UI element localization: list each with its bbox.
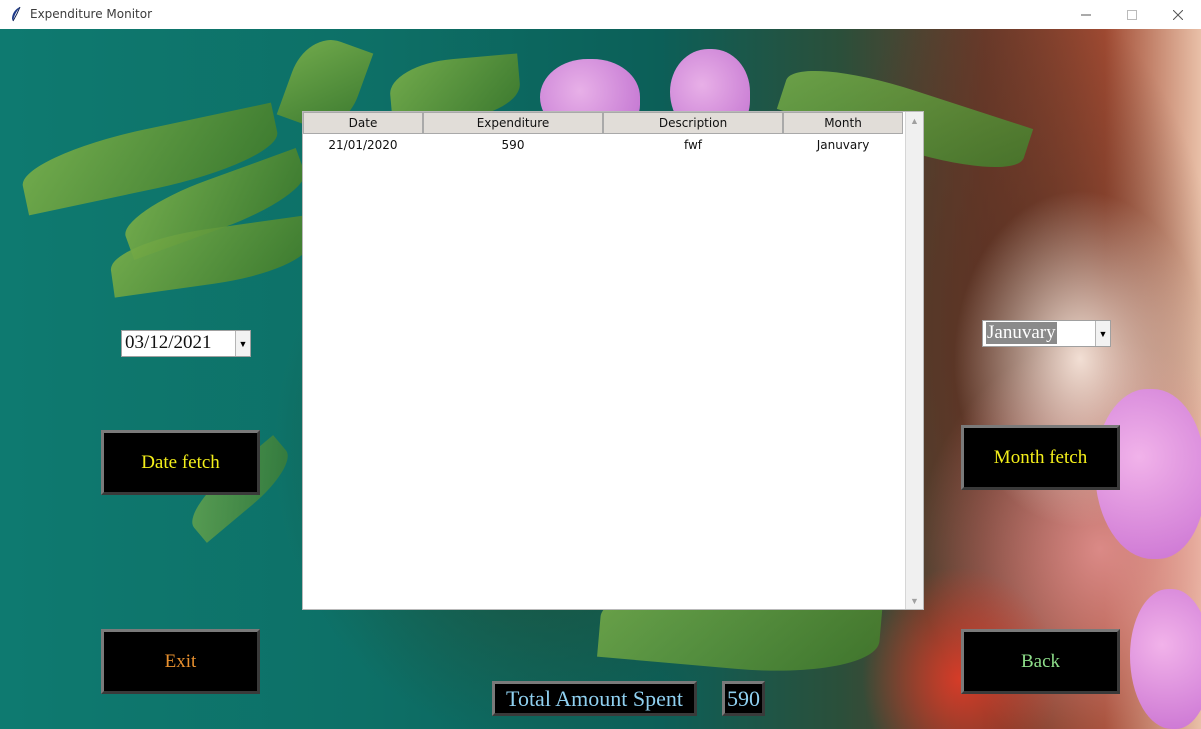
window-title: Expenditure Monitor xyxy=(30,7,153,21)
minimize-button[interactable] xyxy=(1063,0,1109,29)
column-header-date[interactable]: Date xyxy=(303,112,423,134)
table-header: Date Expenditure Description Month xyxy=(303,112,903,135)
back-button[interactable]: Back xyxy=(961,629,1120,694)
exit-button[interactable]: Exit xyxy=(101,629,260,694)
date-picker-value: 03/12/2021 xyxy=(125,332,212,353)
date-fetch-button[interactable]: Date fetch xyxy=(101,430,260,495)
chevron-down-icon[interactable]: ▼ xyxy=(1095,321,1110,346)
column-header-month[interactable]: Month xyxy=(783,112,903,134)
chevron-down-icon[interactable]: ▼ xyxy=(235,331,250,356)
close-button[interactable] xyxy=(1155,0,1201,29)
cell-description: fwf xyxy=(683,138,703,152)
expenditure-table[interactable]: Date Expenditure Description Month 21/01… xyxy=(302,111,924,610)
column-header-description[interactable]: Description xyxy=(603,112,783,134)
feather-icon xyxy=(9,6,23,22)
total-amount-value: 590 xyxy=(722,681,765,716)
month-dropdown[interactable]: Januvary ▼ xyxy=(982,320,1111,347)
table-row[interactable]: 21/01/2020 590 fwf Januvary xyxy=(303,135,905,155)
total-amount-label: Total Amount Spent xyxy=(492,681,697,716)
scroll-up-icon[interactable]: ▲ xyxy=(906,112,923,129)
scroll-down-icon[interactable]: ▼ xyxy=(906,592,923,609)
month-fetch-button[interactable]: Month fetch xyxy=(961,425,1120,490)
month-dropdown-value: Januvary xyxy=(986,322,1057,344)
title-bar: Expenditure Monitor xyxy=(0,0,1201,30)
vertical-scrollbar[interactable]: ▲ ▼ xyxy=(905,112,923,609)
column-header-expenditure[interactable]: Expenditure xyxy=(423,112,603,134)
cell-month: Januvary xyxy=(816,138,870,152)
maximize-button[interactable] xyxy=(1109,0,1155,29)
date-picker[interactable]: 03/12/2021 ▼ xyxy=(121,330,251,357)
table-body: 21/01/2020 590 fwf Januvary xyxy=(303,135,905,155)
flower-petal xyxy=(1130,589,1201,729)
cell-expenditure: 590 xyxy=(501,138,525,152)
cell-date: 21/01/2020 xyxy=(328,138,398,152)
